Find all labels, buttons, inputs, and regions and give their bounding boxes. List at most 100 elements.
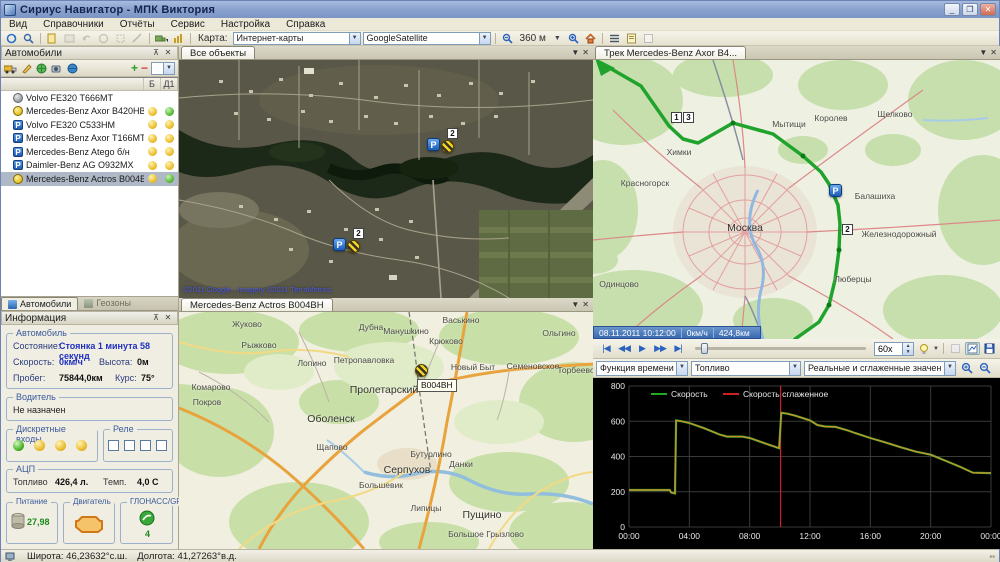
vehicle-row-4[interactable]: PMercedes-Benz Atego б/н <box>1 145 178 159</box>
refresh-button[interactable] <box>4 32 19 45</box>
chart-toggle-button[interactable] <box>965 342 980 355</box>
truck-marker-icon[interactable] <box>347 240 360 253</box>
skip-end-button[interactable]: ▶| <box>669 343 687 354</box>
add-vehicle-button[interactable]: + <box>131 61 138 75</box>
vehicle-row-2[interactable]: PVolvo FE320 С533НМ <box>1 118 178 132</box>
menu-3[interactable]: Сервис <box>163 18 213 31</box>
globe-icon[interactable] <box>36 63 48 74</box>
slider-thumb[interactable] <box>701 343 708 354</box>
globe2-icon[interactable] <box>67 63 79 74</box>
vehicle-row-3[interactable]: PMercedes-Benz Axor Т166МТ <box>1 132 178 146</box>
tab-vehicles[interactable]: Автомобили <box>1 297 78 310</box>
chart-zoom-out-icon[interactable] <box>977 362 992 375</box>
fast-forward-button[interactable]: ▶▶ <box>651 343 669 354</box>
menu-0[interactable]: Вид <box>1 18 35 31</box>
undo-button[interactable] <box>79 32 94 45</box>
satellite-map[interactable]: ©2011 Google - Imagery ©2011 TerraMetric… <box>179 60 593 298</box>
close-icon[interactable]: ✕ <box>162 313 174 324</box>
playback-speed-spinner[interactable]: 60x ▲▼ <box>874 342 914 356</box>
relay-checkbox-1[interactable] <box>124 440 135 451</box>
home-button[interactable] <box>583 32 598 45</box>
menu-2[interactable]: Отчёты <box>112 18 163 31</box>
map-provider-select[interactable]: Интернет-карты▼ <box>233 32 361 45</box>
close-icon[interactable]: ✕ <box>162 48 174 59</box>
vehicle-row-0[interactable]: Volvo FE320 Т666МТ <box>1 91 178 105</box>
pencil-icon[interactable] <box>21 63 33 74</box>
restore-button[interactable]: ❐ <box>962 3 978 16</box>
pin-icon[interactable]: ⊼ <box>150 48 162 59</box>
window-button[interactable] <box>948 342 963 355</box>
vehicle-row-6[interactable]: Mercedes-Benz Actros В004ВН <box>1 172 178 186</box>
vehicle-marker-label: В004ВН <box>417 379 457 392</box>
map-scale-dropdown[interactable]: ▼ <box>551 35 564 42</box>
waypoint-number-badge[interactable]: 3 <box>683 112 694 123</box>
close-icon[interactable]: ✕ <box>582 48 589 57</box>
vehicle-row-1[interactable]: Mercedes-Benz Axor В420НВ <box>1 105 178 119</box>
relay-checkbox-2[interactable] <box>140 440 151 451</box>
play-button[interactable]: ▶ <box>633 343 651 354</box>
stop-button[interactable] <box>96 32 111 45</box>
speed-chart[interactable]: 020040060080000:0004:0008:0012:0016:0020… <box>593 378 1000 549</box>
road-map[interactable]: В004ВН ЖуковоДубнаМанушкиноВаськиноКрюко… <box>179 312 593 549</box>
vehicles-grid-header: Б Д1 <box>1 78 178 91</box>
table-button[interactable] <box>62 32 77 45</box>
track-map[interactable]: 08.11.2011 10:12:00 0км/ч 424,8км ХимкиМ… <box>593 60 1000 339</box>
menu-5[interactable]: Справка <box>278 18 333 31</box>
skip-start-button[interactable]: |◀ <box>597 343 615 354</box>
bulb-dropdown[interactable]: ▼ <box>933 346 939 352</box>
parking-marker-icon[interactable]: P <box>333 238 346 251</box>
vehicle-marker-icon[interactable] <box>415 364 428 377</box>
chevron-down-icon[interactable]: ▼ <box>571 48 579 57</box>
edit-button[interactable] <box>45 32 60 45</box>
bulb-button[interactable] <box>916 342 931 355</box>
tab-track[interactable]: Трек Mercedes-Benz Axor В4... <box>595 46 746 59</box>
close-button[interactable]: ✕ <box>980 3 996 16</box>
camera-icon[interactable] <box>51 63 64 74</box>
close-icon[interactable]: ✕ <box>990 48 997 57</box>
list-button[interactable] <box>607 32 622 45</box>
chevron-down-icon[interactable]: ▼ <box>979 48 987 57</box>
chevron-down-icon[interactable]: ▼ <box>349 33 360 44</box>
truck-icon[interactable] <box>4 63 18 74</box>
chart-parameter-select[interactable]: Топливо▼ <box>691 361 801 376</box>
chart-zoom-in-icon[interactable] <box>959 362 974 375</box>
save-button[interactable] <box>982 342 997 355</box>
menu-4[interactable]: Настройка <box>213 18 278 31</box>
menu-1[interactable]: Справочники <box>35 18 112 31</box>
vehicle-menu-button[interactable]: ▾ <box>154 32 169 45</box>
remove-vehicle-button[interactable]: − <box>141 61 148 75</box>
road-map-label-23: Большое Грызлово <box>448 529 524 539</box>
map-layer-select[interactable]: GoogleSatellite▼ <box>363 32 491 45</box>
parking-marker-icon[interactable]: P <box>829 184 842 197</box>
relay-checkbox-3[interactable] <box>156 440 167 451</box>
report-button[interactable] <box>624 32 639 45</box>
relay-checkbox-0[interactable] <box>108 440 119 451</box>
ruler-button[interactable] <box>130 32 145 45</box>
search-button[interactable] <box>21 32 36 45</box>
minimize-button[interactable]: _ <box>944 3 960 16</box>
tab-all-objects[interactable]: Все объекты <box>181 46 255 59</box>
resize-grip[interactable]: ▪▪ <box>989 552 995 561</box>
tab-actros[interactable]: Mercedes-Benz Actros В004ВН <box>181 298 333 311</box>
waypoint-number-badge[interactable]: 1 <box>671 112 682 123</box>
rewind-button[interactable]: ◀◀ <box>615 343 633 354</box>
view-mode-select[interactable]: ▼ <box>151 62 175 75</box>
chevron-down-icon[interactable]: ▼ <box>479 33 490 44</box>
truck-marker-icon[interactable] <box>441 140 454 153</box>
map-scale-value[interactable]: 360 м <box>517 33 549 44</box>
pin-icon[interactable]: ⊼ <box>150 313 162 324</box>
zoom-in-icon[interactable] <box>566 32 581 45</box>
parking-marker-icon[interactable]: P <box>427 138 440 151</box>
chevron-down-icon[interactable]: ▼ <box>571 300 579 309</box>
checkbox-button[interactable] <box>641 32 656 45</box>
chart-button[interactable] <box>171 32 186 45</box>
waypoint-number-badge[interactable]: 2 <box>842 224 853 235</box>
chart-mode-select[interactable]: Реальные и сглаженные значен▼ <box>804 361 956 376</box>
zoom-out-icon[interactable] <box>500 32 515 45</box>
close-icon[interactable]: ✕ <box>582 300 589 309</box>
vehicle-row-5[interactable]: PDaimler-Benz AG О932МХ <box>1 159 178 173</box>
tab-geozones[interactable]: Геозоны <box>78 297 137 310</box>
select-button[interactable] <box>113 32 128 45</box>
chart-function-select[interactable]: Функция времени▼ <box>596 361 688 376</box>
playback-slider[interactable] <box>695 347 866 350</box>
